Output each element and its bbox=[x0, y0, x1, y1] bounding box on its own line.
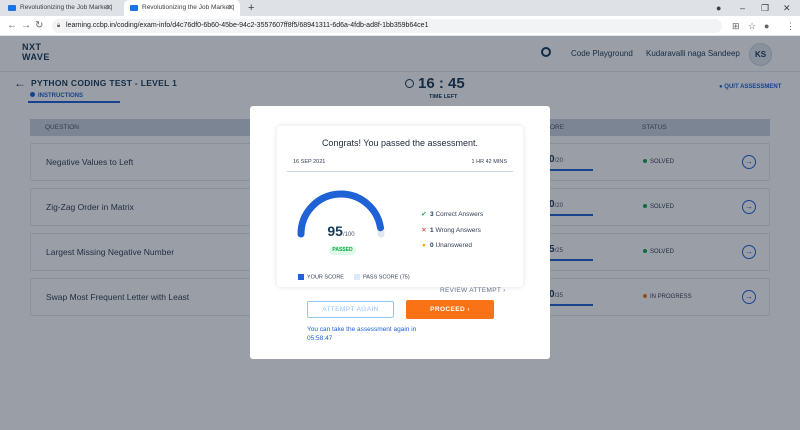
close-tab-icon[interactable]: ✕ bbox=[105, 0, 112, 16]
answer-stat: ✕ 1 Wrong Answers bbox=[421, 227, 481, 234]
minimize-button[interactable]: – bbox=[740, 0, 745, 16]
browser-tab-title: Revolutionizing the Job Market | bbox=[20, 4, 113, 11]
browser-tab-bar: Revolutionizing the Job Market | ✕ Revol… bbox=[0, 0, 800, 16]
kebab-menu-icon[interactable]: ⋮ bbox=[786, 18, 795, 34]
legend-your-score: YOUR SCORE bbox=[298, 274, 344, 280]
answer-stat: ✔ 3 Correct Answers bbox=[421, 211, 484, 218]
url-text: learning.ccbp.in/coding/exam-info/d4c76d… bbox=[66, 22, 429, 29]
answer-stat: ● 0 Unanswered bbox=[420, 242, 472, 249]
browser-tab-title: Revolutionizing the Job Market | bbox=[142, 4, 235, 11]
retake-note: You can take the assessment again in 05:… bbox=[307, 326, 417, 342]
restore-button[interactable]: ❐ bbox=[761, 0, 769, 16]
score-value: 95/100 bbox=[327, 223, 355, 239]
proceed-button[interactable]: PROCEED › bbox=[406, 300, 494, 319]
back-arrow-icon[interactable]: ← bbox=[7, 18, 17, 34]
browser-tab-2[interactable]: Revolutionizing the Job Market | ✕ bbox=[124, 0, 240, 16]
close-tab-icon[interactable]: ✕ bbox=[227, 0, 234, 16]
chevron-right-icon: › bbox=[503, 287, 506, 294]
legend-swatch bbox=[354, 274, 360, 280]
browser-tab-1[interactable]: Revolutionizing the Job Market | ✕ bbox=[2, 0, 118, 16]
attempt-again-button[interactable]: ATTEMPT AGAIN bbox=[307, 301, 394, 318]
reload-icon[interactable]: ↻ bbox=[35, 18, 43, 34]
result-modal: Congrats! You passed the assessment. 16 … bbox=[250, 106, 550, 359]
favicon-icon bbox=[8, 5, 16, 11]
new-tab-button[interactable]: + bbox=[248, 0, 254, 16]
cross-icon: ✕ bbox=[421, 227, 427, 234]
review-attempt-link[interactable]: REVIEW ATTEMPT › bbox=[440, 287, 506, 294]
address-bar[interactable]: 🔒︎ learning.ccbp.in/coding/exam-info/d4c… bbox=[52, 19, 722, 33]
favicon-icon bbox=[130, 5, 138, 11]
account-icon[interactable]: ● bbox=[716, 0, 721, 16]
browser-toolbar: ← → ↻ 🔒︎ learning.ccbp.in/coding/exam-in… bbox=[0, 16, 800, 36]
result-card: Congrats! You passed the assessment. 16 … bbox=[277, 126, 523, 294]
profile-icon[interactable]: ● bbox=[764, 18, 769, 34]
forward-arrow-icon[interactable]: → bbox=[21, 18, 31, 34]
attempt-duration: 1 HR 42 MINS bbox=[471, 159, 507, 165]
install-app-icon[interactable]: ⊞ bbox=[732, 18, 740, 34]
legend-swatch bbox=[298, 274, 304, 280]
result-title: Congrats! You passed the assessment. bbox=[321, 138, 479, 148]
check-icon: ✔ bbox=[421, 211, 427, 218]
close-window-button[interactable]: ✕ bbox=[783, 0, 791, 16]
bookmark-star-icon[interactable]: ☆ bbox=[748, 18, 756, 34]
divider bbox=[287, 171, 513, 172]
lock-icon: 🔒︎ bbox=[57, 23, 61, 29]
dot-icon: ● bbox=[422, 242, 426, 249]
chevron-right-icon: › bbox=[467, 306, 470, 313]
legend-pass-score: PASS SCORE (75) bbox=[354, 274, 410, 280]
attempt-date: 16 SEP 2021 bbox=[293, 159, 326, 165]
passed-badge: PASSED bbox=[329, 246, 356, 255]
